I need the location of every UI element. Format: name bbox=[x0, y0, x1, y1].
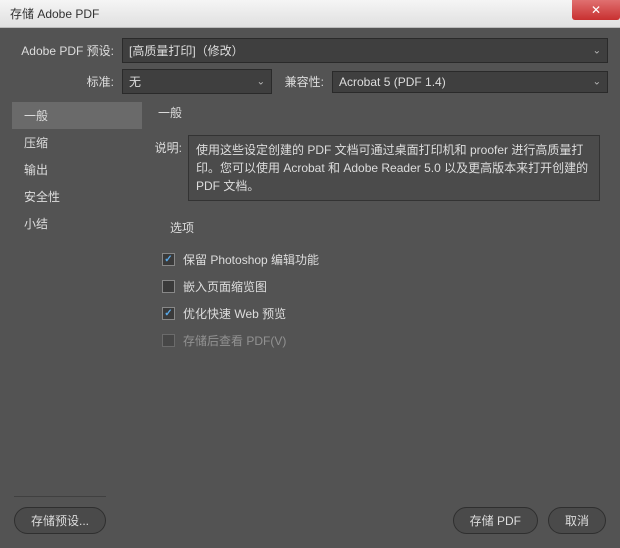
description-label: 说明: bbox=[152, 135, 188, 201]
sidebar-item-general[interactable]: 一般 bbox=[12, 102, 142, 129]
compat-label: 兼容性: bbox=[272, 73, 332, 90]
option-label: 优化快速 Web 预览 bbox=[183, 305, 286, 322]
close-button[interactable]: ✕ bbox=[572, 0, 620, 20]
options-group: 选项 保留 Photoshop 编辑功能 嵌入页面缩览图 优化快速 Web 预览… bbox=[158, 217, 608, 354]
option-optimize-web[interactable]: 优化快速 Web 预览 bbox=[158, 300, 608, 327]
preset-select[interactable]: [高质量打印]（修改） ⌄ bbox=[122, 38, 608, 63]
panel-title: 一般 bbox=[152, 104, 608, 121]
dialog-footer: 存储预设... 存储 PDF 取消 bbox=[0, 486, 620, 548]
window-title: 存储 Adobe PDF bbox=[10, 5, 99, 22]
sidebar-item-security[interactable]: 安全性 bbox=[12, 183, 142, 210]
chevron-down-icon: ⌄ bbox=[593, 45, 601, 56]
save-preset-button[interactable]: 存储预设... bbox=[14, 507, 106, 534]
compat-select[interactable]: Acrobat 5 (PDF 1.4) ⌄ bbox=[332, 71, 608, 93]
checkbox-icon bbox=[162, 253, 175, 266]
dialog-content: Adobe PDF 预设: [高质量打印]（修改） ⌄ 标准: 无 ⌄ 兼容性:… bbox=[0, 28, 620, 492]
option-label: 保留 Photoshop 编辑功能 bbox=[183, 251, 319, 268]
cancel-button[interactable]: 取消 bbox=[548, 507, 606, 534]
sidebar-item-output[interactable]: 输出 bbox=[12, 156, 142, 183]
chevron-down-icon: ⌄ bbox=[593, 76, 601, 87]
option-embed-thumbnail[interactable]: 嵌入页面缩览图 bbox=[158, 273, 608, 300]
option-preserve-editing[interactable]: 保留 Photoshop 编辑功能 bbox=[158, 246, 608, 273]
sidebar-item-summary[interactable]: 小结 bbox=[12, 210, 142, 237]
option-label: 嵌入页面缩览图 bbox=[183, 278, 267, 295]
standard-label: 标准: bbox=[12, 73, 122, 90]
compat-value: Acrobat 5 (PDF 1.4) bbox=[339, 75, 446, 89]
title-bar: 存储 Adobe PDF ✕ bbox=[0, 0, 620, 28]
checkbox-icon bbox=[162, 334, 175, 347]
option-label: 存储后查看 PDF(V) bbox=[183, 332, 286, 349]
close-icon: ✕ bbox=[591, 3, 601, 17]
checkbox-icon bbox=[162, 280, 175, 293]
preset-label: Adobe PDF 预设: bbox=[12, 42, 122, 59]
standard-value: 无 bbox=[129, 75, 141, 89]
checkbox-icon bbox=[162, 307, 175, 320]
main-area: 一般 压缩 输出 安全性 小结 一般 说明: 使用这些设定创建的 PDF 文档可… bbox=[12, 102, 608, 492]
sidebar: 一般 压缩 输出 安全性 小结 bbox=[12, 102, 142, 492]
sidebar-item-compression[interactable]: 压缩 bbox=[12, 129, 142, 156]
option-view-after-save: 存储后查看 PDF(V) bbox=[158, 327, 608, 354]
preset-value: [高质量打印]（修改） bbox=[129, 44, 244, 58]
panel-general: 一般 说明: 使用这些设定创建的 PDF 文档可通过桌面打印机和 proofer… bbox=[142, 102, 608, 492]
save-pdf-button[interactable]: 存储 PDF bbox=[453, 507, 538, 534]
options-label: 选项 bbox=[166, 217, 608, 238]
footer-divider bbox=[14, 496, 106, 497]
description-textarea[interactable]: 使用这些设定创建的 PDF 文档可通过桌面打印机和 proofer 进行高质量打… bbox=[188, 135, 600, 201]
standard-select[interactable]: 无 ⌄ bbox=[122, 69, 272, 94]
chevron-down-icon: ⌄ bbox=[257, 76, 265, 87]
